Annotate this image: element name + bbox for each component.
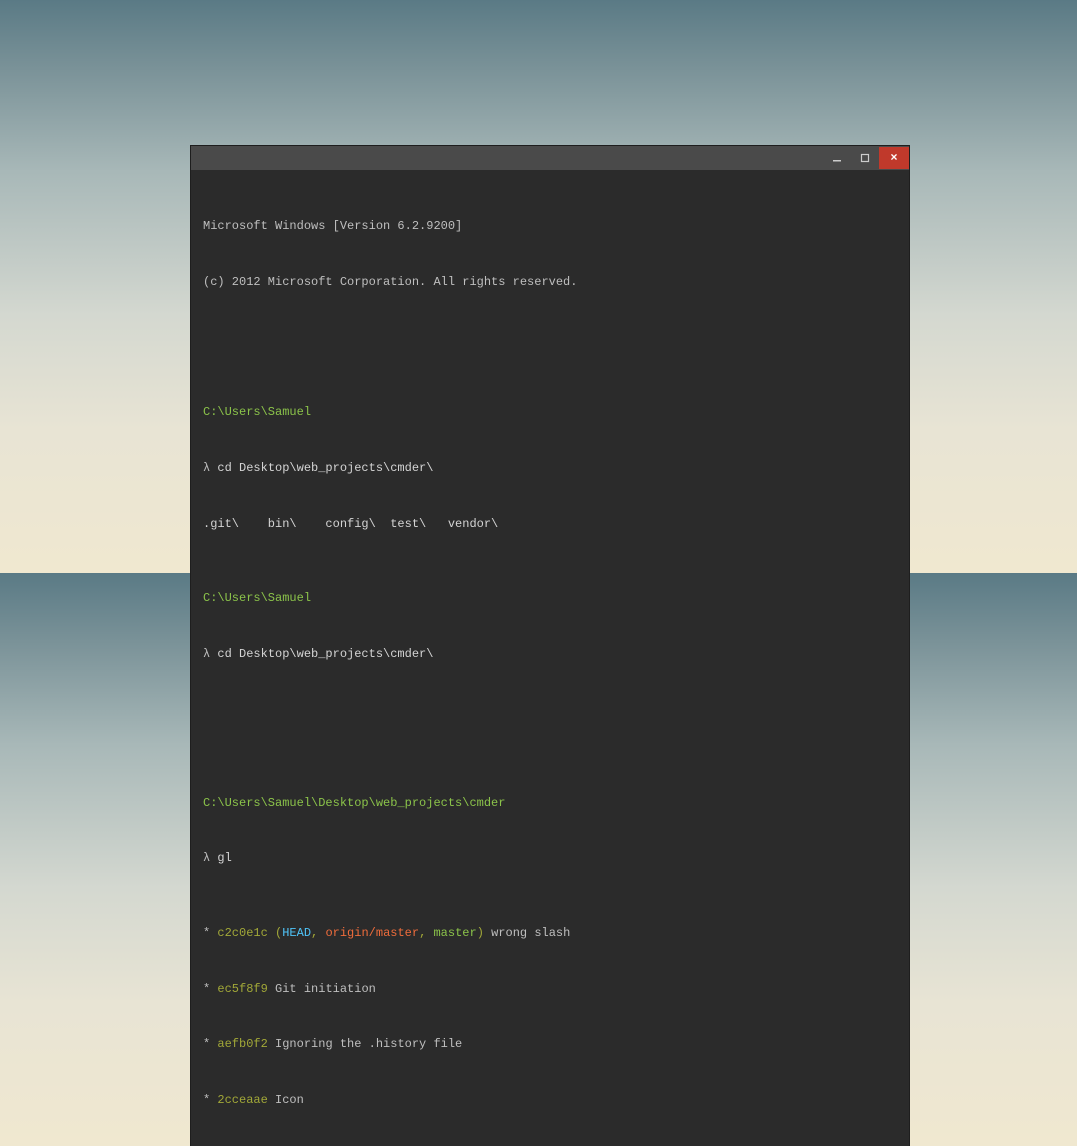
git-log-line: * aefb0f2 Ignoring the .history file: [203, 1035, 897, 1054]
cwd-line: C:\Users\Samuel: [203, 403, 897, 422]
copyright-line: (c) 2012 Microsoft Corporation. All righ…: [203, 273, 897, 292]
prompt-line: λ cd Desktop\web_projects\cmder\: [203, 645, 897, 664]
minimize-icon: [832, 153, 842, 163]
cwd-line: C:\Users\Samuel: [203, 589, 897, 608]
close-button[interactable]: ×: [879, 147, 909, 169]
git-log-line: * c2c0e1c (HEAD, origin/master, master) …: [203, 924, 897, 943]
blank-line: [203, 329, 897, 348]
maximize-icon: [860, 153, 870, 163]
git-log-line: * 2cceaae Icon: [203, 1091, 897, 1110]
prompt-line: λ cd Desktop\web_projects\cmder\: [203, 459, 897, 478]
terminal-window: × Microsoft Windows [Version 6.2.9200] (…: [190, 145, 910, 1146]
titlebar[interactable]: ×: [191, 146, 909, 170]
blank-line: [203, 719, 897, 738]
cwd-line: C:\Users\Samuel\Desktop\web_projects\cmd…: [203, 794, 897, 813]
terminal-body[interactable]: Microsoft Windows [Version 6.2.9200] (c)…: [191, 170, 909, 1146]
completion-line: .git\ bin\ config\ test\ vendor\: [203, 515, 897, 534]
prompt-line: λ gl: [203, 849, 897, 868]
close-icon: ×: [890, 151, 897, 165]
maximize-button[interactable]: [851, 147, 879, 169]
minimize-button[interactable]: [823, 147, 851, 169]
version-line: Microsoft Windows [Version 6.2.9200]: [203, 217, 897, 236]
git-log-line: * ec5f8f9 Git initiation: [203, 980, 897, 999]
